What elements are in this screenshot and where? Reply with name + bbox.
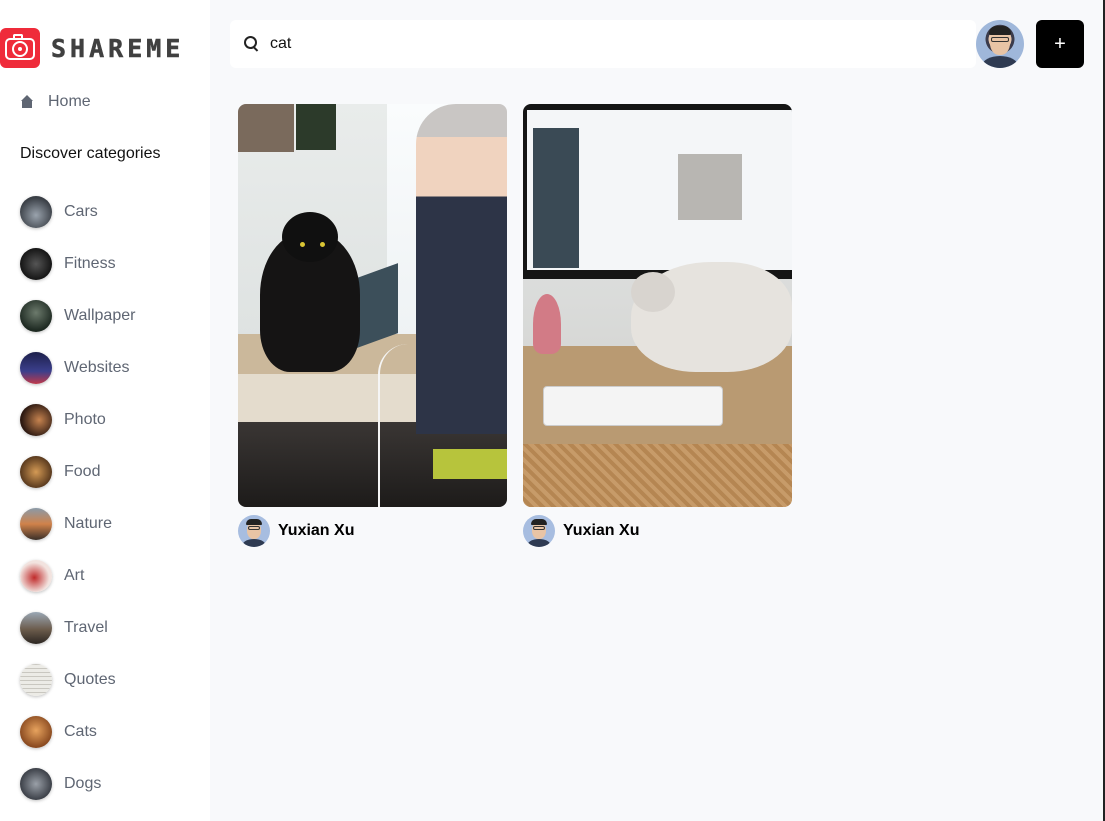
add-pin-button[interactable]: + [1036, 20, 1084, 68]
sidebar-item-websites[interactable]: Websites [20, 342, 135, 394]
sidebar-item-fitness[interactable]: Fitness [20, 238, 135, 290]
sidebar-item-label: Quotes [64, 671, 116, 688]
logo-text: SHAREME [51, 33, 185, 63]
sidebar-item-label: Dogs [64, 775, 102, 792]
sidebar-item-wallpaper[interactable]: Wallpaper [20, 290, 135, 342]
pin-image[interactable] [523, 104, 792, 507]
sidebar-item-label: Wallpaper [64, 307, 136, 324]
sidebar-item-label: Nature [64, 515, 113, 532]
sidebar-item-label: Food [64, 463, 101, 480]
category-thumbnail [20, 404, 52, 436]
pin-author[interactable]: Yuxian Xu [238, 515, 507, 547]
pin-card: Yuxian Xu [523, 104, 792, 547]
category-thumbnail [20, 352, 52, 384]
category-thumbnail [20, 664, 52, 696]
author-avatar [238, 515, 270, 547]
sidebar-item-art[interactable]: Art [20, 550, 135, 602]
category-thumbnail [20, 560, 52, 592]
sidebar-item-label: Art [64, 567, 85, 584]
pin-author[interactable]: Yuxian Xu [523, 515, 792, 547]
category-thumbnail [20, 508, 52, 540]
author-avatar [523, 515, 555, 547]
sidebar-item-quotes[interactable]: Quotes [20, 654, 135, 706]
sidebar-item-label: Cars [64, 203, 98, 220]
sidebar-item-cats[interactable]: Cats [20, 706, 135, 758]
home-icon [20, 95, 34, 109]
category-thumbnail [20, 196, 52, 228]
search-icon [244, 36, 260, 52]
sidebar-item-home[interactable]: Home [20, 90, 91, 114]
category-list: Cars Fitness Wallpaper Websites Photo Fo… [20, 186, 135, 810]
pin-image[interactable] [238, 104, 507, 507]
user-avatar[interactable] [976, 20, 1024, 68]
category-thumbnail [20, 300, 52, 332]
sidebar-item-cars[interactable]: Cars [20, 186, 135, 238]
search-input[interactable] [270, 29, 950, 59]
sidebar: SHAREME Home Discover categories Cars Fi… [0, 0, 210, 821]
sidebar-item-label: Home [48, 93, 91, 110]
category-thumbnail [20, 248, 52, 280]
category-thumbnail [20, 612, 52, 644]
sidebar-item-label: Photo [64, 411, 106, 428]
category-thumbnail [20, 456, 52, 488]
sidebar-item-label: Fitness [64, 255, 116, 272]
sidebar-item-label: Travel [64, 619, 108, 636]
pin-card: Yuxian Xu [238, 104, 507, 547]
sidebar-item-food[interactable]: Food [20, 446, 135, 498]
camera-icon [0, 28, 40, 68]
category-thumbnail [20, 768, 52, 800]
search-bar [230, 20, 976, 68]
sidebar-item-nature[interactable]: Nature [20, 498, 135, 550]
shareme-logo[interactable]: SHAREME [0, 28, 184, 68]
sidebar-item-label: Cats [64, 723, 97, 740]
sidebar-item-travel[interactable]: Travel [20, 602, 135, 654]
categories-heading: Discover categories [20, 145, 161, 162]
author-name: Yuxian Xu [278, 522, 355, 539]
sidebar-item-label: Websites [64, 359, 130, 376]
author-name: Yuxian Xu [563, 522, 640, 539]
sidebar-item-photo[interactable]: Photo [20, 394, 135, 446]
category-thumbnail [20, 716, 52, 748]
sidebar-item-dogs[interactable]: Dogs [20, 758, 135, 810]
